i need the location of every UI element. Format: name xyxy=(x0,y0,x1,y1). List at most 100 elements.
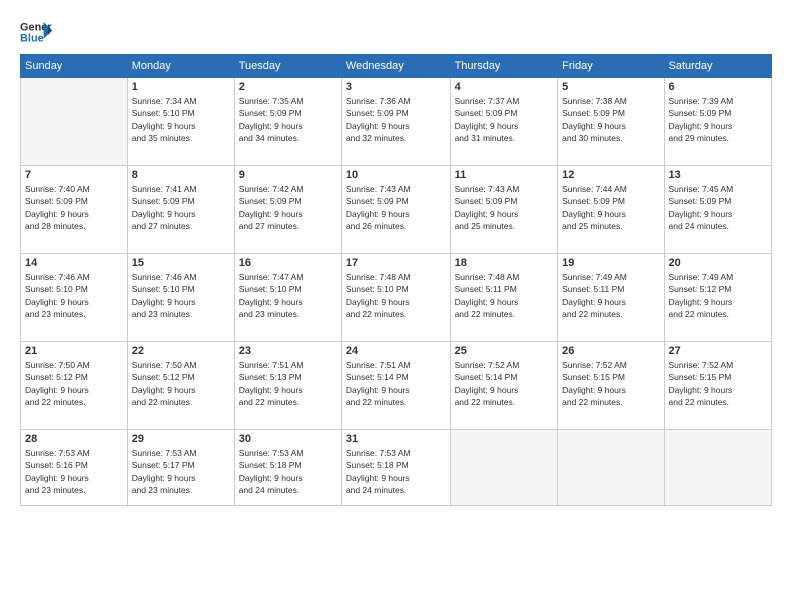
day-cell: 1Sunrise: 7:34 AM Sunset: 5:10 PM Daylig… xyxy=(127,78,234,166)
col-header-wednesday: Wednesday xyxy=(341,55,450,78)
day-info: Sunrise: 7:51 AM Sunset: 5:14 PM Dayligh… xyxy=(346,359,446,408)
day-number: 24 xyxy=(346,345,446,357)
day-info: Sunrise: 7:49 AM Sunset: 5:11 PM Dayligh… xyxy=(562,271,659,320)
day-number: 14 xyxy=(25,257,123,269)
day-info: Sunrise: 7:43 AM Sunset: 5:09 PM Dayligh… xyxy=(346,183,446,232)
week-row-5: 28Sunrise: 7:53 AM Sunset: 5:16 PM Dayli… xyxy=(21,430,772,506)
logo-icon: General Blue xyxy=(20,18,52,46)
day-cell: 10 Sunrise: 7:43 AM Sunset: 5:09 PM Dayli… xyxy=(341,166,450,254)
day-number: 28 xyxy=(25,433,123,445)
day-number: 3 xyxy=(346,81,446,93)
day-number: 26 xyxy=(562,345,659,357)
day-cell: 2 Sunrise: 7:35 AM Sunset: 5:09 PM Daylig… xyxy=(234,78,341,166)
col-header-tuesday: Tuesday xyxy=(234,55,341,78)
day-info: Sunrise: 7:41 AM Sunset: 5:09 PM Dayligh… xyxy=(132,183,230,232)
day-cell: 28Sunrise: 7:53 AM Sunset: 5:16 PM Dayli… xyxy=(21,430,128,506)
day-info: Sunrise: 7:50 AM Sunset: 5:12 PM Dayligh… xyxy=(25,359,123,408)
day-info: Sunrise: 7:43 AM Sunset: 5:09 PM Dayligh… xyxy=(455,183,554,232)
day-info: Sunrise: 7:47 AM Sunset: 5:10 PM Dayligh… xyxy=(239,271,337,320)
day-info: Sunrise: 7:35 AM Sunset: 5:09 PM Dayligh… xyxy=(239,95,337,144)
day-cell: 23 Sunrise: 7:51 AM Sunset: 5:13 PM Dayli… xyxy=(234,342,341,430)
day-cell: 29 Sunrise: 7:53 AM Sunset: 5:17 PM Dayli… xyxy=(127,430,234,506)
day-cell: 24 Sunrise: 7:51 AM Sunset: 5:14 PM Dayli… xyxy=(341,342,450,430)
day-cell: 16 Sunrise: 7:47 AM Sunset: 5:10 PM Dayli… xyxy=(234,254,341,342)
day-cell: 13Sunrise: 7:45 AM Sunset: 5:09 PM Dayli… xyxy=(664,166,771,254)
day-cell xyxy=(558,430,664,506)
day-info: Sunrise: 7:45 AM Sunset: 5:09 PM Dayligh… xyxy=(669,183,767,232)
day-info: Sunrise: 7:44 AM Sunset: 5:09 PM Dayligh… xyxy=(562,183,659,232)
svg-text:Blue: Blue xyxy=(20,32,44,44)
week-row-2: 7 Sunrise: 7:40 AM Sunset: 5:09 PM Daylig… xyxy=(21,166,772,254)
day-cell: 11 Sunrise: 7:43 AM Sunset: 5:09 PM Dayli… xyxy=(450,166,558,254)
day-cell: 5 Sunrise: 7:38 AM Sunset: 5:09 PM Daylig… xyxy=(558,78,664,166)
col-header-thursday: Thursday xyxy=(450,55,558,78)
day-cell: 12 Sunrise: 7:44 AM Sunset: 5:09 PM Dayli… xyxy=(558,166,664,254)
day-cell: 19 Sunrise: 7:49 AM Sunset: 5:11 PM Dayli… xyxy=(558,254,664,342)
day-cell xyxy=(21,78,128,166)
day-number: 11 xyxy=(455,169,554,181)
day-cell xyxy=(450,430,558,506)
day-info: Sunrise: 7:37 AM Sunset: 5:09 PM Dayligh… xyxy=(455,95,554,144)
day-info: Sunrise: 7:48 AM Sunset: 5:10 PM Dayligh… xyxy=(346,271,446,320)
day-number: 30 xyxy=(239,433,337,445)
day-number: 29 xyxy=(132,433,230,445)
day-number: 9 xyxy=(239,169,337,181)
day-number: 25 xyxy=(455,345,554,357)
day-cell: 21Sunrise: 7:50 AM Sunset: 5:12 PM Dayli… xyxy=(21,342,128,430)
day-cell: 20 Sunrise: 7:49 AM Sunset: 5:12 PM Dayli… xyxy=(664,254,771,342)
day-number: 23 xyxy=(239,345,337,357)
col-header-friday: Friday xyxy=(558,55,664,78)
day-number: 19 xyxy=(562,257,659,269)
day-info: Sunrise: 7:51 AM Sunset: 5:13 PM Dayligh… xyxy=(239,359,337,408)
page: General Blue SundayMondayTuesdayWednesda… xyxy=(0,0,792,612)
day-number: 16 xyxy=(239,257,337,269)
day-cell: 14Sunrise: 7:46 AM Sunset: 5:10 PM Dayli… xyxy=(21,254,128,342)
day-cell xyxy=(664,430,771,506)
day-cell: 4Sunrise: 7:37 AM Sunset: 5:09 PM Daylig… xyxy=(450,78,558,166)
day-cell: 6 Sunrise: 7:39 AM Sunset: 5:09 PM Daylig… xyxy=(664,78,771,166)
day-cell: 17Sunrise: 7:48 AM Sunset: 5:10 PM Dayli… xyxy=(341,254,450,342)
day-cell: 30 Sunrise: 7:53 AM Sunset: 5:18 PM Dayli… xyxy=(234,430,341,506)
day-cell: 8Sunrise: 7:41 AM Sunset: 5:09 PM Daylig… xyxy=(127,166,234,254)
day-info: Sunrise: 7:52 AM Sunset: 5:15 PM Dayligh… xyxy=(669,359,767,408)
week-row-1: 1Sunrise: 7:34 AM Sunset: 5:10 PM Daylig… xyxy=(21,78,772,166)
day-number: 6 xyxy=(669,81,767,93)
week-row-4: 21Sunrise: 7:50 AM Sunset: 5:12 PM Dayli… xyxy=(21,342,772,430)
header: General Blue xyxy=(20,18,772,46)
day-number: 5 xyxy=(562,81,659,93)
day-info: Sunrise: 7:36 AM Sunset: 5:09 PM Dayligh… xyxy=(346,95,446,144)
col-header-monday: Monday xyxy=(127,55,234,78)
day-info: Sunrise: 7:52 AM Sunset: 5:15 PM Dayligh… xyxy=(562,359,659,408)
day-number: 22 xyxy=(132,345,230,357)
day-number: 20 xyxy=(669,257,767,269)
day-cell: 15 Sunrise: 7:46 AM Sunset: 5:10 PM Dayli… xyxy=(127,254,234,342)
day-info: Sunrise: 7:39 AM Sunset: 5:09 PM Dayligh… xyxy=(669,95,767,144)
day-header-row: SundayMondayTuesdayWednesdayThursdayFrid… xyxy=(21,55,772,78)
day-info: Sunrise: 7:49 AM Sunset: 5:12 PM Dayligh… xyxy=(669,271,767,320)
day-number: 18 xyxy=(455,257,554,269)
day-cell: 18 Sunrise: 7:48 AM Sunset: 5:11 PM Dayli… xyxy=(450,254,558,342)
day-info: Sunrise: 7:48 AM Sunset: 5:11 PM Dayligh… xyxy=(455,271,554,320)
day-cell: 25Sunrise: 7:52 AM Sunset: 5:14 PM Dayli… xyxy=(450,342,558,430)
day-cell: 27Sunrise: 7:52 AM Sunset: 5:15 PM Dayli… xyxy=(664,342,771,430)
day-number: 15 xyxy=(132,257,230,269)
day-number: 7 xyxy=(25,169,123,181)
day-info: Sunrise: 7:40 AM Sunset: 5:09 PM Dayligh… xyxy=(25,183,123,232)
calendar-table: SundayMondayTuesdayWednesdayThursdayFrid… xyxy=(20,54,772,506)
day-number: 2 xyxy=(239,81,337,93)
col-header-saturday: Saturday xyxy=(664,55,771,78)
day-number: 12 xyxy=(562,169,659,181)
day-info: Sunrise: 7:42 AM Sunset: 5:09 PM Dayligh… xyxy=(239,183,337,232)
day-info: Sunrise: 7:50 AM Sunset: 5:12 PM Dayligh… xyxy=(132,359,230,408)
day-info: Sunrise: 7:53 AM Sunset: 5:18 PM Dayligh… xyxy=(346,447,446,496)
day-info: Sunrise: 7:53 AM Sunset: 5:17 PM Dayligh… xyxy=(132,447,230,496)
day-number: 10 xyxy=(346,169,446,181)
day-cell: 31Sunrise: 7:53 AM Sunset: 5:18 PM Dayli… xyxy=(341,430,450,506)
col-header-sunday: Sunday xyxy=(21,55,128,78)
day-info: Sunrise: 7:34 AM Sunset: 5:10 PM Dayligh… xyxy=(132,95,230,144)
day-info: Sunrise: 7:46 AM Sunset: 5:10 PM Dayligh… xyxy=(132,271,230,320)
day-info: Sunrise: 7:38 AM Sunset: 5:09 PM Dayligh… xyxy=(562,95,659,144)
logo: General Blue xyxy=(20,18,52,46)
day-cell: 9 Sunrise: 7:42 AM Sunset: 5:09 PM Daylig… xyxy=(234,166,341,254)
day-info: Sunrise: 7:53 AM Sunset: 5:18 PM Dayligh… xyxy=(239,447,337,496)
